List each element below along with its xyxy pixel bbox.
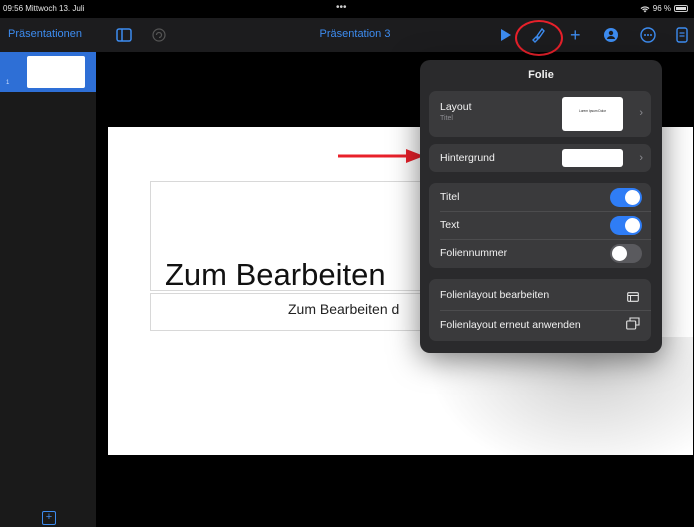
slide-navigator: 1 +	[0, 52, 96, 527]
toolbar: Präsentationen Präsentation 3 +	[0, 18, 694, 52]
add-slide-icon[interactable]: +	[42, 511, 56, 525]
red-arrow-annotation	[338, 149, 424, 163]
layout-thumbnail-text: Lorem Ipsum Dolor	[578, 109, 607, 113]
edit-slide-layout-label: Folienlayout bearbeiten	[440, 289, 550, 301]
play-icon[interactable]	[500, 24, 512, 46]
slide-number: 1	[6, 80, 10, 86]
status-time: 09:56 Mittwoch 13. Juli	[3, 4, 85, 13]
layout-row[interactable]: Layout Titel Lorem Ipsum Dolor ›	[429, 91, 651, 137]
background-color-swatch[interactable]	[562, 149, 623, 167]
undo-icon[interactable]	[152, 24, 166, 46]
battery-percent: 96 %	[652, 4, 671, 13]
toggle-row-slide-number[interactable]: Foliennummer	[429, 239, 651, 267]
reapply-slide-layout-button[interactable]: Folienlayout erneut anwenden	[429, 311, 651, 339]
edit-slide-layout-button[interactable]: Folienlayout bearbeiten	[429, 281, 651, 309]
slide-number-toggle[interactable]	[610, 244, 642, 263]
background-row[interactable]: Hintergrund ›	[429, 144, 651, 172]
status-right: 96 %	[640, 4, 688, 13]
title-toggle[interactable]	[610, 188, 642, 207]
slide-body-text[interactable]: Zum Bearbeiten d	[288, 301, 399, 317]
sidebar-toggle-icon[interactable]	[116, 24, 132, 46]
toggle-label-title: Titel	[440, 191, 460, 203]
slide-thumbnail-selected[interactable]: 1	[0, 52, 96, 92]
wifi-icon	[640, 5, 650, 12]
toggle-group: Titel Text Foliennummer	[429, 183, 651, 268]
status-bar: 09:56 Mittwoch 13. Juli ••• 96 %	[0, 0, 694, 18]
layout-sublabel: Titel	[440, 115, 453, 122]
layout-edit-icon	[627, 289, 639, 307]
slide-thumbnail[interactable]	[27, 56, 85, 88]
reapply-slide-layout-label: Folienlayout erneut anwenden	[440, 319, 581, 331]
multitasking-dots[interactable]: •••	[336, 2, 347, 13]
layout-thumbnail[interactable]: Lorem Ipsum Dolor	[562, 97, 623, 131]
format-popover: Folie Layout Titel Lorem Ipsum Dolor › H…	[420, 60, 662, 353]
chevron-right-icon: ›	[639, 107, 643, 119]
text-toggle[interactable]	[610, 216, 642, 235]
toggle-row-text[interactable]: Text	[429, 211, 651, 239]
popover-shadow	[428, 337, 693, 455]
toggle-label-text: Text	[440, 219, 460, 231]
more-icon[interactable]	[640, 24, 656, 46]
battery-icon	[674, 5, 688, 12]
chevron-right-icon: ›	[639, 152, 643, 164]
popover-title: Folie	[528, 69, 554, 81]
toggle-label-slide-number: Foliennummer	[440, 247, 508, 259]
red-circle-annotation	[515, 20, 563, 56]
add-icon[interactable]: +	[570, 24, 581, 46]
document-icon[interactable]	[676, 24, 688, 46]
reapply-layout-icon	[626, 317, 640, 335]
presentations-back-link[interactable]: Präsentationen	[8, 28, 82, 40]
slide-title-text[interactable]: Zum Bearbeiten	[165, 257, 386, 293]
layout-actions-group: Folienlayout bearbeiten Folienlayout ern…	[429, 279, 651, 341]
toggle-row-title[interactable]: Titel	[429, 183, 651, 211]
background-label: Hintergrund	[440, 152, 495, 164]
document-title[interactable]: Präsentation 3	[300, 28, 410, 40]
collaborate-icon[interactable]	[602, 24, 620, 46]
layout-label: Layout	[440, 101, 472, 113]
